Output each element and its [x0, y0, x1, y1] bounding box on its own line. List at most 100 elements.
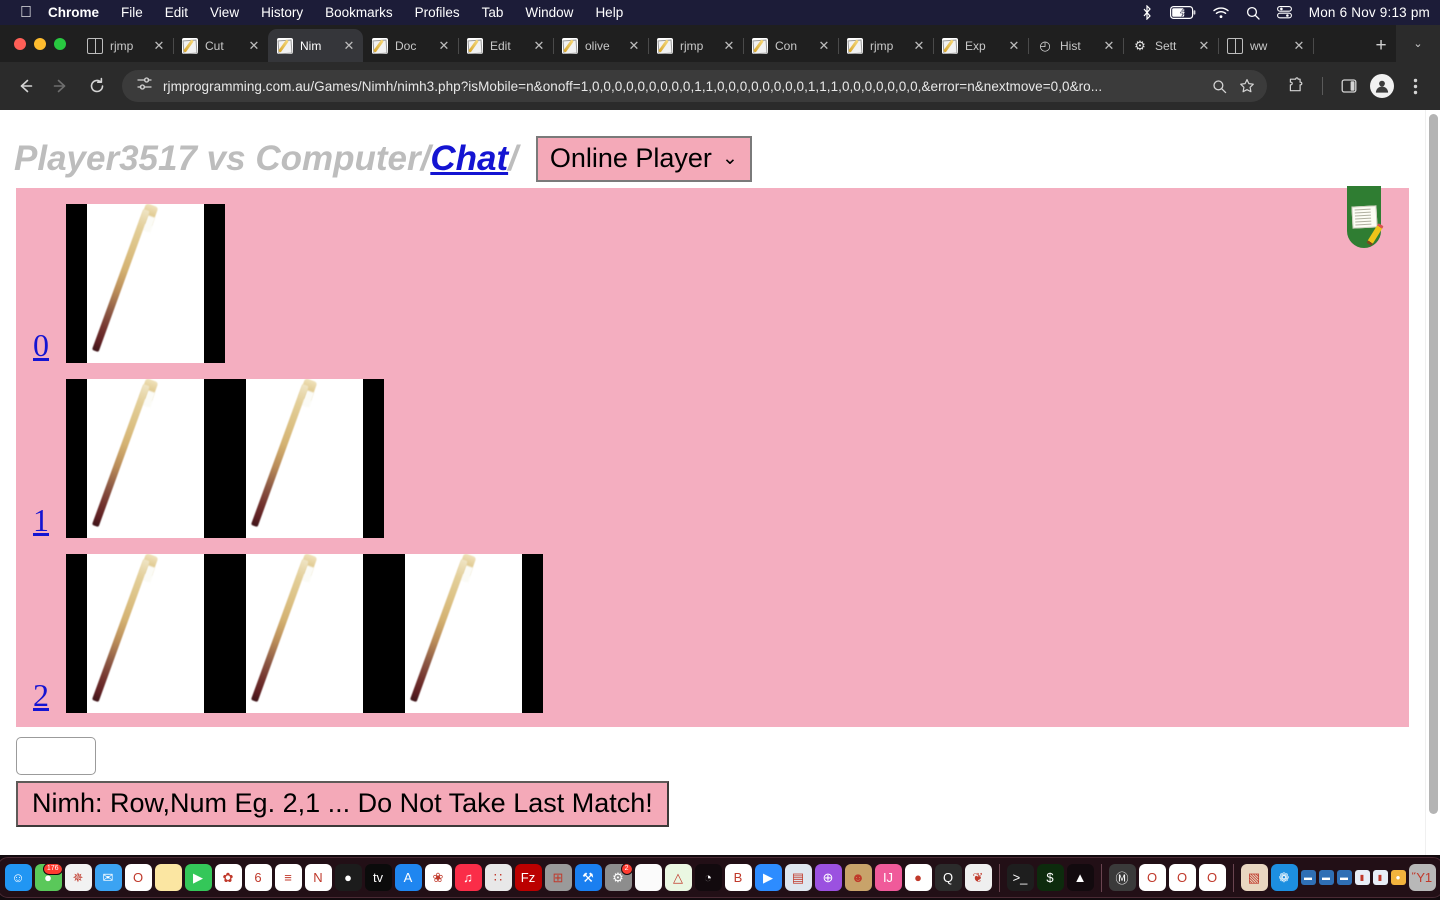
tab-close-icon[interactable]: ✕ — [436, 39, 452, 52]
matchstick-icon[interactable] — [225, 554, 384, 713]
row-label-link-0[interactable]: 0 — [16, 329, 66, 363]
menu-file[interactable]: File — [121, 5, 143, 20]
dock-item-news[interactable]: N — [304, 864, 332, 891]
browser-tab-0[interactable]: rjmp ✕ — [78, 29, 174, 62]
matchstick-icon[interactable] — [66, 204, 225, 363]
browser-tab-11[interactable]: ⚙ Sett ✕ — [1123, 29, 1219, 62]
row-label-link-1[interactable]: 1 — [16, 504, 66, 538]
forward-button[interactable] — [44, 69, 78, 103]
matchstick-icon[interactable] — [225, 379, 384, 538]
bluetooth-icon[interactable] — [1142, 5, 1153, 20]
dock-item-contacts[interactable]: ☻ — [844, 864, 872, 891]
dock-item-messages[interactable]: ● 176 — [34, 864, 62, 891]
dock-item-trash[interactable]: Ὕ1 — [1408, 864, 1436, 891]
tab-close-icon[interactable]: ✕ — [151, 39, 167, 52]
back-button[interactable] — [8, 69, 42, 103]
minimize-window-button[interactable] — [34, 37, 46, 50]
maximize-window-button[interactable] — [54, 37, 66, 50]
move-input[interactable] — [16, 737, 96, 775]
player-mode-select[interactable]: Online Player ⌄ — [535, 136, 752, 182]
tab-close-icon[interactable]: ✕ — [1101, 39, 1117, 52]
dock-item-calculator[interactable]: ⊞ — [544, 864, 572, 891]
three-dot-menu-icon[interactable] — [1398, 69, 1432, 103]
tab-search-button[interactable]: ⌄ — [1396, 25, 1440, 62]
dock-item-juice[interactable]: ▧ — [1240, 864, 1268, 891]
browser-tab-8[interactable]: rjmp ✕ — [838, 29, 934, 62]
dock-item-reminders[interactable]: ≡ — [274, 864, 302, 891]
row-label-link-2[interactable]: 2 — [16, 679, 66, 713]
dock-item-screens[interactable]: ▤ — [784, 864, 812, 891]
scrollbar-thumb[interactable] — [1429, 114, 1438, 814]
menu-bar-clock[interactable]: Mon 6 Nov 9:13 pm — [1309, 5, 1430, 20]
dock-item-minimized-1[interactable]: ▬ — [1300, 870, 1316, 885]
close-window-button[interactable] — [14, 37, 26, 50]
browser-tab-10[interactable]: ◴ Hist ✕ — [1028, 29, 1124, 62]
submit-move-button[interactable]: Nimh: Row,Num Eg. 2,1 ... Do Not Take La… — [16, 781, 669, 828]
tab-close-icon[interactable]: ✕ — [531, 39, 547, 52]
dock-item-calendar[interactable]: 6 — [244, 864, 272, 891]
dock-item-opera-2[interactable]: O — [1168, 864, 1196, 891]
dock-item-intellij[interactable]: IJ — [874, 864, 902, 891]
browser-tab-2[interactable]: Nim ✕ — [268, 29, 363, 62]
wifi-icon[interactable] — [1213, 6, 1229, 19]
site-settings-icon[interactable] — [136, 75, 153, 97]
dock-item-opera[interactable]: O — [124, 864, 152, 891]
matchstick-icon[interactable] — [384, 554, 543, 713]
browser-tab-9[interactable]: Exp ✕ — [933, 29, 1029, 62]
dock-item-app-store[interactable]: A — [394, 864, 422, 891]
dock-item-opera-3[interactable]: O — [1198, 864, 1226, 891]
browser-tab-7[interactable]: Con ✕ — [743, 29, 839, 62]
browser-tab-12[interactable]: ww ✕ — [1218, 29, 1314, 62]
menu-bookmarks[interactable]: Bookmarks — [325, 5, 393, 20]
dock-item-inkscape[interactable]: ❦ — [964, 864, 992, 891]
chat-link[interactable]: Chat — [430, 139, 508, 178]
dock-item-textedit[interactable] — [634, 864, 662, 891]
dock-item-terminal[interactable]: >_ — [1006, 864, 1034, 891]
dock-item-quicktime[interactable]: Q — [934, 864, 962, 891]
dock-item-notes[interactable] — [154, 864, 182, 891]
dock-item-photos[interactable]: ✿ — [214, 864, 242, 891]
dock-item-minimized-6[interactable]: ● — [1390, 870, 1406, 885]
menu-chrome[interactable]: Chrome — [48, 5, 99, 20]
tab-close-icon[interactable]: ✕ — [1291, 39, 1307, 52]
dock-item-launchpad[interactable]: ∷ — [484, 864, 512, 891]
dock-item-minimized-4[interactable]: ▮ — [1354, 870, 1370, 885]
dock-item-globe-app[interactable]: ❁ — [1270, 864, 1298, 891]
dock-item-music[interactable]: ♫ — [454, 864, 482, 891]
dock-item-facetime[interactable]: ▶ — [184, 864, 212, 891]
dock-item-iterm[interactable]: $ — [1036, 864, 1064, 891]
menu-history[interactable]: History — [261, 5, 303, 20]
browser-tab-6[interactable]: rjmp ✕ — [648, 29, 744, 62]
side-panel-icon[interactable] — [1332, 69, 1366, 103]
tab-close-icon[interactable]: ✕ — [816, 39, 832, 52]
tab-close-icon[interactable]: ✕ — [1006, 39, 1022, 52]
dock-item-finder[interactable]: ☺ — [4, 864, 32, 891]
tab-close-icon[interactable]: ✕ — [341, 39, 357, 52]
dock-item-filezilla[interactable]: Fz — [514, 864, 542, 891]
reload-button[interactable] — [80, 69, 114, 103]
dock-item-system-settings[interactable]: ⚙ 2 — [604, 864, 632, 891]
dock-item-firefox[interactable]: ● — [334, 864, 362, 891]
menu-tab[interactable]: Tab — [482, 5, 504, 20]
matchstick-icon[interactable] — [66, 379, 225, 538]
tab-close-icon[interactable]: ✕ — [246, 39, 262, 52]
dock-item-minimized-3[interactable]: ▬ — [1336, 870, 1352, 885]
dock-item-safari[interactable]: ✵ — [64, 864, 92, 891]
url-text[interactable]: rjmprogramming.com.au/Games/Nimh/nimh3.p… — [163, 79, 1205, 94]
browser-tab-4[interactable]: Edit ✕ — [458, 29, 554, 62]
extensions-puzzle-icon[interactable] — [1279, 69, 1313, 103]
page-scrollbar[interactable] — [1425, 110, 1440, 870]
zoom-search-icon[interactable] — [1205, 72, 1233, 100]
browser-tab-1[interactable]: Cut ✕ — [173, 29, 269, 62]
browser-tab-3[interactable]: Doc ✕ — [363, 29, 459, 62]
dock-item-paintbrush[interactable]: ❀ — [424, 864, 452, 891]
menu-view[interactable]: View — [210, 5, 239, 20]
browser-tab-5[interactable]: olive ✕ — [553, 29, 649, 62]
dock-item-chrome[interactable]: ● — [904, 864, 932, 891]
menu-help[interactable]: Help — [595, 5, 623, 20]
dock-item-mail[interactable]: ✉ — [94, 864, 122, 891]
tab-close-icon[interactable]: ✕ — [1196, 39, 1212, 52]
search-icon[interactable] — [1246, 6, 1260, 20]
dock-item-zoom[interactable]: ▶ — [754, 864, 782, 891]
new-tab-button[interactable]: + — [1366, 29, 1396, 62]
